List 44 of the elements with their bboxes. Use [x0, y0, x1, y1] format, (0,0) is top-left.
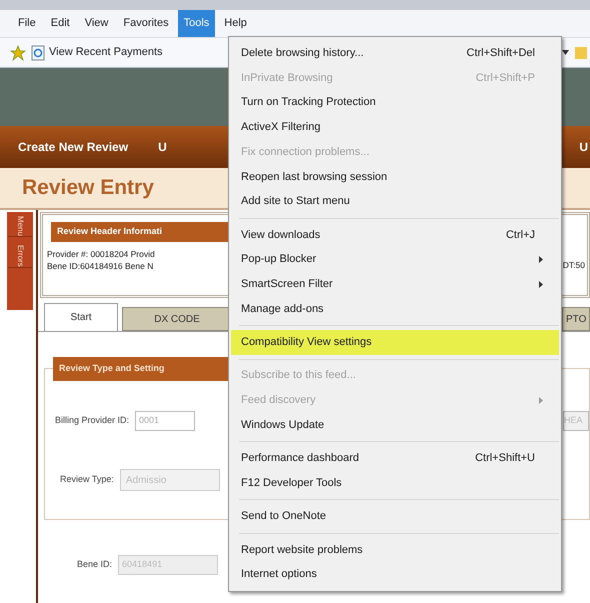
submenu-arrow-icon	[539, 280, 543, 288]
tab[interactable]: Start	[44, 303, 118, 331]
page-title: Review Entry	[22, 175, 154, 202]
menu-item[interactable]: SmartScreen Filter	[231, 272, 559, 297]
side-tab[interactable]: Menu	[8, 216, 32, 238]
menu-item[interactable]: Windows Update	[231, 412, 559, 438]
info-text: Provider #: 00018204 Provid	[47, 248, 155, 260]
nav-item[interactable]: U	[579, 138, 588, 156]
menu-item[interactable]: Add site to Start menu	[231, 189, 559, 214]
favorites-link[interactable]: View Recent Payments	[49, 44, 163, 61]
field-label: Billing Provider ID:	[55, 414, 130, 428]
menu-item[interactable]: Delete browsing history... Ctrl+Shift+Del	[231, 41, 559, 66]
caret-icon[interactable]	[562, 50, 569, 55]
menu-bar-item[interactable]: File	[12, 10, 42, 37]
star-icon[interactable]	[10, 44, 26, 60]
menu-bar-item[interactable]: Favorites	[117, 10, 175, 37]
submenu-arrow-icon	[539, 256, 543, 264]
menu-item[interactable]: Compatibility View settings	[231, 330, 559, 355]
menu-bar-item[interactable]: View	[78, 10, 114, 37]
menu-item[interactable]: Turn on Tracking Protection	[231, 90, 559, 116]
nav-item[interactable]: Create New Review	[18, 138, 128, 156]
menu-bar-item[interactable]: Edit	[44, 10, 76, 37]
menu-item[interactable]: Performance dashboard Ctrl+Shift+U	[231, 446, 559, 471]
field-label: Review Type:	[60, 473, 114, 486]
panel-header: Review Header Informati	[51, 222, 231, 242]
menu-item[interactable]: Report website problems	[231, 538, 559, 562]
menu-item[interactable]: Internet options	[231, 562, 559, 587]
menu-item[interactable]: F12 Developer Tools	[231, 470, 559, 496]
menu-item[interactable]: Manage add-ons	[231, 296, 559, 322]
submenu-arrow-icon	[539, 396, 543, 404]
tab[interactable]: PTO	[562, 307, 590, 331]
side-tab[interactable]: Errors	[8, 245, 32, 268]
menu-bar-item[interactable]: Tools	[178, 10, 216, 37]
nav-item[interactable]: U	[158, 138, 167, 156]
info-text: DT:50	[562, 259, 585, 272]
menu-item[interactable]: Send to OneNote	[231, 504, 559, 529]
menu-bar-item[interactable]: Help	[218, 10, 253, 37]
page-icon	[31, 44, 45, 60]
menu-item[interactable]: Reopen last browsing session	[231, 164, 559, 190]
info-text: Bene ID:604184916 Bene N	[47, 260, 154, 272]
menu-item[interactable]: View downloads Ctrl+J	[231, 222, 559, 248]
menu-item[interactable]: ActiveX Filtering	[231, 115, 559, 140]
menu-item[interactable]: Pop-up Blocker	[231, 247, 559, 272]
field-label: Bene ID:	[77, 558, 112, 572]
